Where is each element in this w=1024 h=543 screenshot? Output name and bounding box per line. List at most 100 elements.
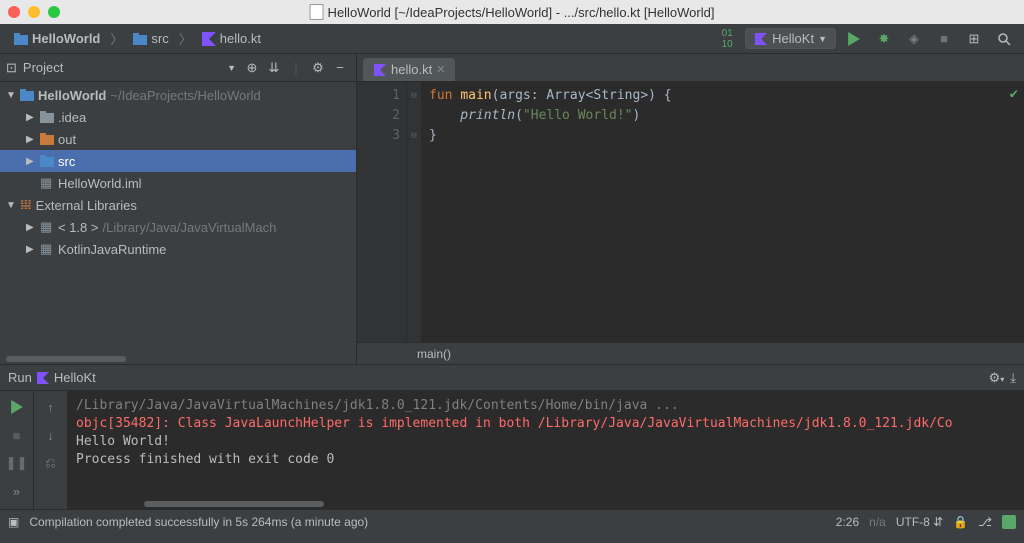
dropdown-arrow-icon: ▼ [818, 34, 827, 44]
tree-root-path: ~/IdeaProjects/HelloWorld [110, 88, 260, 103]
rerun-button[interactable] [7, 397, 27, 417]
collapse-all-button[interactable]: ⇊ [264, 58, 284, 78]
src-folder-icon [40, 155, 54, 167]
run-settings-button[interactable]: ⚙▾ [989, 370, 1005, 386]
expand-arrow-icon[interactable]: ▶ [26, 156, 36, 167]
run-config-selector[interactable]: HelloKt ▼ [745, 28, 836, 49]
tree-node-label: < 1.8 > [58, 220, 98, 235]
run-button[interactable] [842, 27, 866, 51]
inspection-status-icon[interactable]: ✔ [1010, 86, 1018, 102]
tree-external-libraries[interactable]: ▼ 𝍐 External Libraries [0, 194, 356, 216]
window-title-text: HelloWorld [~/IdeaProjects/HelloWorld] -… [328, 5, 715, 20]
project-structure-button[interactable]: ⊞ [962, 27, 986, 51]
scroll-from-source-button[interactable]: ⊕ [242, 58, 262, 78]
stop-button[interactable]: ■ [932, 27, 956, 51]
run-hide-button[interactable]: ⤓ [1010, 370, 1016, 386]
editor-tab[interactable]: hello.kt ✕ [363, 58, 455, 81]
status-message: Compilation completed successfully in 5s… [29, 515, 825, 529]
fold-end-icon[interactable]: ⊟ [407, 126, 421, 146]
scroll-down-button[interactable]: ↓ [41, 425, 61, 445]
expand-arrow-icon[interactable]: ▼ [6, 200, 16, 211]
folder-icon [40, 111, 54, 123]
tree-node-out[interactable]: ▶ out [0, 128, 356, 150]
breadcrumb-file[interactable]: hello.kt [196, 29, 267, 48]
folder-icon [133, 33, 147, 45]
inspection-hector-icon[interactable] [1002, 515, 1016, 529]
kotlin-icon [36, 371, 50, 385]
file-encoding[interactable]: UTF-8 ⇵ [896, 515, 943, 529]
run-config-label: HelloKt [772, 31, 814, 46]
debug-button[interactable]: ✸ [872, 27, 896, 51]
breadcrumb-src[interactable]: src [127, 29, 174, 48]
breadcrumb-src-label: src [151, 31, 168, 46]
settings-button[interactable]: ⚙ [308, 58, 328, 78]
project-tool-header: ⊡ Project ▼ ⊕ ⇊ | ⚙ − [0, 54, 356, 82]
kotlin-icon [754, 32, 768, 46]
editor-area: hello.kt ✕ 1 2 3 ⊟ ⊟ fun main(args: Arra… [357, 54, 1024, 364]
console-line: /Library/Java/JavaVirtualMachines/jdk1.8… [76, 397, 1016, 415]
folder-icon [40, 133, 54, 145]
code-line: fun main(args: Array<String>) { [429, 86, 1024, 106]
tree-root-name: HelloWorld [38, 88, 106, 103]
maximize-window-button[interactable] [48, 6, 60, 18]
breadcrumb-separator-icon: 〉 [110, 29, 123, 48]
build-button[interactable]: 0110 [715, 27, 739, 51]
tree-node-label: out [58, 132, 76, 147]
tree-node-idea[interactable]: ▶ .idea [0, 106, 356, 128]
view-mode-arrow-icon[interactable]: ▼ [227, 63, 236, 73]
expand-arrow-icon[interactable]: ▶ [26, 134, 36, 145]
editor-breadcrumb-label: main() [417, 347, 451, 361]
code-line: } [429, 126, 1024, 146]
fold-start-icon[interactable]: ⊟ [407, 86, 421, 106]
project-tool-window: ⊡ Project ▼ ⊕ ⇊ | ⚙ − ▼ HelloWorld ~/Ide… [0, 54, 357, 364]
line-number-gutter: 1 2 3 [357, 82, 407, 342]
code-editor[interactable]: 1 2 3 ⊟ ⊟ fun main(args: Array<String>) … [357, 82, 1024, 342]
pause-button[interactable]: ❚❚ [7, 453, 27, 473]
tree-node-label: HelloWorld.iml [58, 176, 142, 191]
minimize-window-button[interactable] [28, 6, 40, 18]
console-line: Process finished with exit code 0 [76, 451, 1016, 469]
breadcrumb-root[interactable]: HelloWorld [8, 29, 106, 48]
editor-tab-bar: hello.kt ✕ [357, 54, 1024, 82]
search-everywhere-button[interactable] [992, 27, 1016, 51]
window-titlebar: HelloWorld [~/IdeaProjects/HelloWorld] -… [0, 0, 1024, 24]
console-line: objc[35482]: Class JavaLaunchHelper is i… [76, 415, 1016, 433]
tree-node-jdk[interactable]: ▶ ▦ < 1.8 > /Library/Java/JavaVirtualMac… [0, 216, 356, 238]
tree-node-kotlin-runtime[interactable]: ▶ ▦ KotlinJavaRuntime [0, 238, 356, 260]
expand-arrow-icon[interactable]: ▶ [26, 222, 36, 233]
code-line: println("Hello World!") [429, 106, 1024, 126]
tree-root[interactable]: ▼ HelloWorld ~/IdeaProjects/HelloWorld [0, 84, 356, 106]
breadcrumb: HelloWorld 〉 src 〉 hello.kt [8, 29, 715, 48]
line-number: 3 [357, 126, 400, 146]
breadcrumb-separator-icon: 〉 [179, 29, 192, 48]
expand-arrow-icon[interactable]: ▼ [6, 90, 16, 101]
console-output[interactable]: /Library/Java/JavaVirtualMachines/jdk1.8… [68, 391, 1024, 499]
close-window-button[interactable] [8, 6, 20, 18]
close-tab-button[interactable]: ✕ [436, 63, 445, 76]
cursor-position[interactable]: 2:26 [836, 515, 859, 529]
code-content[interactable]: fun main(args: Array<String>) { println(… [421, 82, 1024, 342]
soft-wrap-button[interactable]: ⎌ [41, 453, 61, 473]
file-icon [310, 4, 324, 20]
coverage-button[interactable]: ◈ [902, 27, 926, 51]
line-separator[interactable]: n/a [869, 515, 886, 529]
navigation-bar: HelloWorld 〉 src 〉 hello.kt 0110 HelloKt… [0, 24, 1024, 54]
sidebar-divider: | [286, 58, 306, 78]
expand-arrow-icon[interactable]: ▶ [26, 112, 36, 123]
expand-arrow-icon[interactable]: ▶ [26, 244, 36, 255]
sidebar-scrollbar[interactable] [0, 354, 356, 364]
read-only-toggle[interactable]: 🔒 [953, 515, 968, 529]
tree-node-iml[interactable]: ▦ HelloWorld.iml [0, 172, 356, 194]
scroll-up-button[interactable]: ↑ [41, 397, 61, 417]
console-scrollbar[interactable] [68, 499, 1024, 509]
main-area: ⊡ Project ▼ ⊕ ⇊ | ⚙ − ▼ HelloWorld ~/Ide… [0, 54, 1024, 364]
run-toolbar-left: ■ ❚❚ » [0, 391, 34, 509]
stop-button[interactable]: ■ [7, 425, 27, 445]
git-icon[interactable]: ⎇ [978, 515, 992, 529]
tool-windows-button[interactable]: ▣ [8, 515, 19, 529]
run-tool-header: Run HelloKt ⚙▾ ⤓ [0, 365, 1024, 391]
hide-button[interactable]: − [330, 58, 350, 78]
editor-breadcrumb[interactable]: main() [357, 342, 1024, 364]
tree-node-src[interactable]: ▶ src [0, 150, 356, 172]
expand-button[interactable]: » [7, 481, 27, 501]
